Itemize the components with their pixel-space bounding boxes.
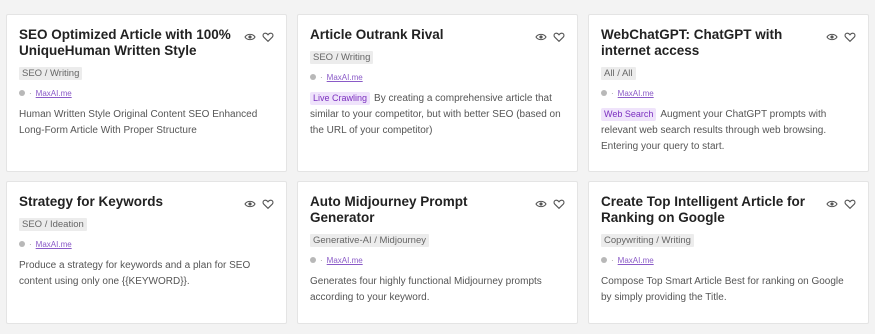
card-actions <box>826 194 856 210</box>
eye-icon[interactable] <box>244 198 256 210</box>
author-row: · MaxAI.me <box>601 87 856 99</box>
card-title[interactable]: SEO Optimized Article with 100% UniqueHu… <box>19 27 241 59</box>
heart-icon[interactable] <box>844 31 856 43</box>
card-actions <box>244 27 274 43</box>
card-actions <box>826 27 856 43</box>
author-separator: · <box>320 255 323 265</box>
prompt-card[interactable]: Create Top Intelligent Article for Ranki… <box>588 181 869 324</box>
heart-icon[interactable] <box>553 31 565 43</box>
eye-icon[interactable] <box>535 31 547 43</box>
author-separator: · <box>611 88 614 98</box>
author-link[interactable]: MaxAI.me <box>618 256 654 265</box>
author-separator: · <box>29 88 32 98</box>
author-row: · MaxAI.me <box>601 254 856 266</box>
author-row: · MaxAI.me <box>310 254 565 266</box>
author-link[interactable]: MaxAI.me <box>36 240 72 249</box>
category-tag[interactable]: SEO / Ideation <box>19 218 87 231</box>
card-title[interactable]: Auto Midjourney Prompt Generator <box>310 194 532 226</box>
heart-icon[interactable] <box>553 198 565 210</box>
card-title[interactable]: Strategy for Keywords <box>19 194 163 210</box>
avatar <box>19 241 25 247</box>
avatar <box>310 74 316 80</box>
category-tag[interactable]: Copywriting / Writing <box>601 234 694 247</box>
author-row: · MaxAI.me <box>19 87 274 99</box>
card-header: WebChatGPT: ChatGPT with internet access <box>601 27 856 59</box>
card-title[interactable]: Article Outrank Rival <box>310 27 444 43</box>
eye-icon[interactable] <box>535 198 547 210</box>
category-tag[interactable]: SEO / Writing <box>310 51 374 64</box>
author-link[interactable]: MaxAI.me <box>618 89 654 98</box>
avatar <box>310 257 316 263</box>
author-separator: · <box>611 255 614 265</box>
card-header: Auto Midjourney Prompt Generator <box>310 194 565 226</box>
card-description: Human Written Style Original Content SEO… <box>19 107 274 139</box>
category-tag[interactable]: All / All <box>601 67 636 80</box>
author-row: · MaxAI.me <box>19 238 274 250</box>
card-description: Web Search Augment your ChatGPT prompts w… <box>601 107 856 155</box>
prompt-card[interactable]: Auto Midjourney Prompt Generator Generat… <box>297 181 578 324</box>
card-header: Article Outrank Rival <box>310 27 565 43</box>
heart-icon[interactable] <box>262 31 274 43</box>
author-separator: · <box>29 239 32 249</box>
prompt-card[interactable]: Strategy for Keywords SEO / Ideation · M… <box>6 181 287 324</box>
card-description: Compose Top Smart Article Best for ranki… <box>601 274 856 306</box>
category-tag[interactable]: SEO / Writing <box>19 67 83 80</box>
card-actions <box>535 194 565 210</box>
feature-badge: Live Crawling <box>310 92 371 105</box>
heart-icon[interactable] <box>844 198 856 210</box>
author-row: · MaxAI.me <box>310 71 565 83</box>
prompt-card-grid: SEO Optimized Article with 100% UniqueHu… <box>0 0 875 334</box>
author-link[interactable]: MaxAI.me <box>327 73 363 82</box>
card-description-text: Human Written Style Original Content SEO… <box>19 109 258 136</box>
avatar <box>601 257 607 263</box>
card-header: SEO Optimized Article with 100% UniqueHu… <box>19 27 274 59</box>
prompt-card[interactable]: SEO Optimized Article with 100% UniqueHu… <box>6 14 287 172</box>
avatar <box>19 90 25 96</box>
card-title[interactable]: WebChatGPT: ChatGPT with internet access <box>601 27 823 59</box>
heart-icon[interactable] <box>262 198 274 210</box>
category-tag[interactable]: Generative-AI / Midjourney <box>310 234 429 247</box>
card-header: Strategy for Keywords <box>19 194 274 210</box>
card-description: Live Crawling By creating a comprehensive… <box>310 91 565 139</box>
card-description: Produce a strategy for keywords and a pl… <box>19 258 274 290</box>
feature-badge: Web Search <box>601 108 657 121</box>
author-link[interactable]: MaxAI.me <box>327 256 363 265</box>
card-description: Generates four highly functional Midjour… <box>310 274 565 306</box>
eye-icon[interactable] <box>826 198 838 210</box>
author-separator: · <box>320 72 323 82</box>
prompt-card[interactable]: Article Outrank Rival SEO / Writing · Ma… <box>297 14 578 172</box>
card-description-text: Generates four highly functional Midjour… <box>310 276 542 303</box>
card-actions <box>535 27 565 43</box>
prompt-card[interactable]: WebChatGPT: ChatGPT with internet access… <box>588 14 869 172</box>
card-description-text: Produce a strategy for keywords and a pl… <box>19 260 251 287</box>
card-title[interactable]: Create Top Intelligent Article for Ranki… <box>601 194 823 226</box>
author-link[interactable]: MaxAI.me <box>36 89 72 98</box>
avatar <box>601 90 607 96</box>
eye-icon[interactable] <box>244 31 256 43</box>
card-actions <box>244 194 274 210</box>
eye-icon[interactable] <box>826 31 838 43</box>
card-header: Create Top Intelligent Article for Ranki… <box>601 194 856 226</box>
card-description-text: Compose Top Smart Article Best for ranki… <box>601 276 844 303</box>
